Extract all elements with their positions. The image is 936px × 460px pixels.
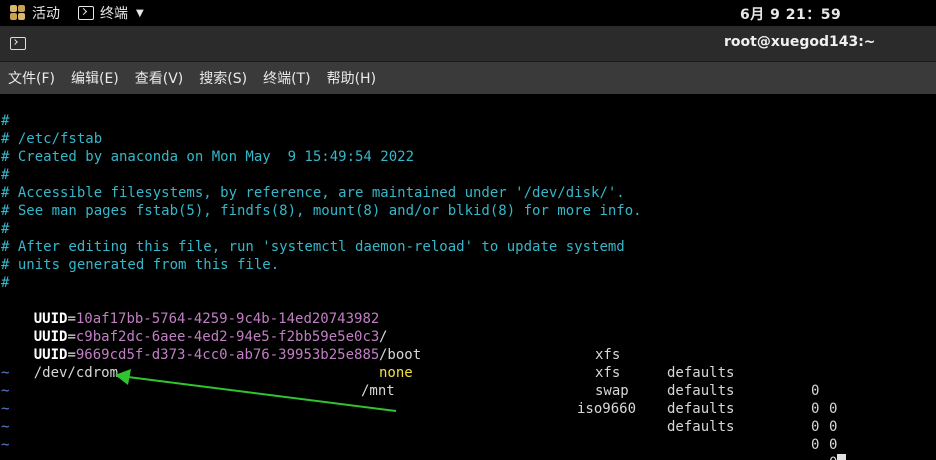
mount-options: defaults xyxy=(667,419,735,435)
mount-point: none xyxy=(379,365,413,381)
fstab-entry-cdrom: /dev/cdrom /mnt iso9660 defaults 0 0 xyxy=(0,346,936,460)
window-title: root@xuegod143:~ xyxy=(724,34,876,50)
caret-down-icon: ▼ xyxy=(136,7,144,19)
dump-field: 0 xyxy=(811,383,820,399)
menu-bar: 文件(F) 编辑(E) 查看(V) 搜索(S) 终端(T) 帮助(H) xyxy=(0,62,936,94)
comment-line: # After editing this file, run 'systemct… xyxy=(1,239,625,255)
comment-line: # Created by anaconda on Mon May 9 15:49… xyxy=(1,149,415,165)
empty-line-tilde: ~ xyxy=(1,383,10,399)
comment-line: # units generated from this file. xyxy=(1,257,280,273)
fstab-entry-root: UUID=10af17bb-5764-4259-9c4b-14ed2074398… xyxy=(0,292,936,417)
menu-view[interactable]: 查看(V) xyxy=(135,68,184,88)
fs-type: iso9660 xyxy=(577,401,637,417)
clock[interactable]: 6月 9 21：59 xyxy=(740,4,841,24)
comment-line: # See man pages fstab(5), findfs(8), mou… xyxy=(1,203,642,219)
comment-line: # xyxy=(1,167,10,183)
menu-help[interactable]: 帮助(H) xyxy=(327,68,376,88)
app-menu[interactable]: 终端 ▼ xyxy=(78,3,144,23)
terminal-area[interactable]: # # /etc/fstab # Created by anaconda on … xyxy=(0,94,936,460)
empty-line-tilde: ~ xyxy=(1,419,10,435)
menu-search[interactable]: 搜索(S) xyxy=(199,68,247,88)
pass-field: 0 xyxy=(829,437,838,453)
menu-file[interactable]: 文件(F) xyxy=(8,68,55,88)
empty-line-tilde: ~ xyxy=(1,365,10,381)
window-titlebar[interactable]: root@xuegod143:~ xyxy=(0,26,936,62)
dump-field: 0 xyxy=(811,437,820,453)
menu-terminal[interactable]: 终端(T) xyxy=(263,68,310,88)
activities-icon xyxy=(10,5,26,21)
app-menu-label: 终端 xyxy=(100,6,128,22)
mount-options: defaults xyxy=(667,383,735,399)
top-bar: 活动 终端 ▼ 6月 9 21：59 xyxy=(0,0,936,26)
fstab-entry-swap: UUID=9669cd5f-d373-4cc0-ab76-39953b25e88… xyxy=(0,328,936,453)
activities-button[interactable]: 活动 xyxy=(10,3,60,23)
device-path: /dev/cdrom xyxy=(33,365,119,381)
terminal-icon xyxy=(78,6,94,20)
dump-field: 0 xyxy=(811,401,820,417)
mount-point: /mnt xyxy=(361,383,395,399)
comment-line: # xyxy=(1,113,10,129)
comment-line: # xyxy=(1,221,10,237)
pass-field: 0 xyxy=(829,455,837,460)
empty-line-tilde: ~ xyxy=(1,437,10,453)
fstab-entry-boot: UUID=c9baf2dc-6aee-4ed2-94e5-f2bb59e5e0c… xyxy=(0,310,936,435)
activities-label: 活动 xyxy=(32,6,60,22)
comment-line: # xyxy=(1,275,10,291)
pass-field: 0 xyxy=(829,419,838,435)
empty-line-tilde: ~ xyxy=(1,401,10,417)
fs-type: swap xyxy=(595,383,629,399)
pass-field-with-cursor: 0 xyxy=(829,454,847,460)
pass-field: 0 xyxy=(829,401,838,417)
comment-line: # /etc/fstab xyxy=(1,131,103,147)
fs-type: xfs xyxy=(595,365,621,381)
text-cursor xyxy=(837,454,847,460)
terminal-window-icon[interactable] xyxy=(10,37,26,50)
menu-edit[interactable]: 编辑(E) xyxy=(71,68,119,88)
dump-field: 0 xyxy=(811,419,820,435)
mount-options: defaults xyxy=(667,365,735,381)
mount-options: defaults xyxy=(667,401,735,417)
comment-line: # Accessible filesystems, by reference, … xyxy=(1,185,625,201)
